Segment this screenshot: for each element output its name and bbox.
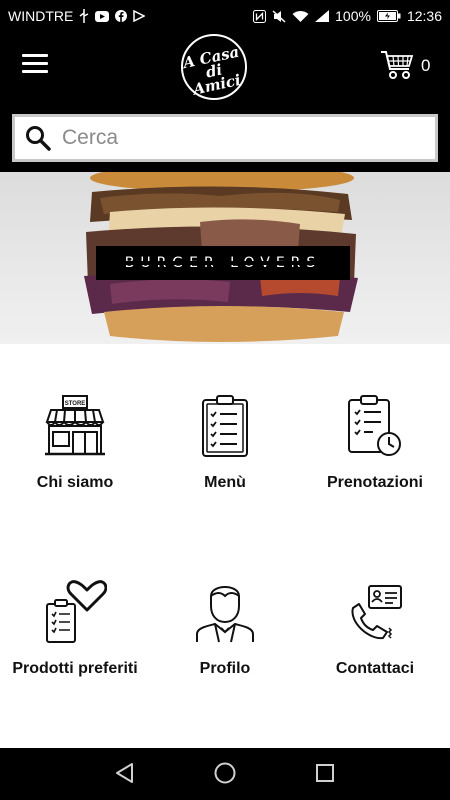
battery-percent: 100% [335, 8, 371, 24]
tile-menu[interactable]: Menù [150, 394, 300, 492]
tile-profilo[interactable]: Profilo [150, 580, 300, 678]
search-bar [0, 110, 450, 172]
mute-icon [272, 9, 286, 23]
recents-square-icon[interactable] [315, 762, 335, 789]
clipboard-list-icon [202, 395, 248, 457]
tile-contattaci[interactable]: Contattaci [300, 580, 450, 678]
search-icon [25, 125, 51, 156]
signal-icon [315, 10, 330, 22]
tile-label: Chi siamo [36, 474, 114, 491]
system-nav-bar [0, 748, 450, 800]
hero-banner: BURGER LOVERS [0, 172, 450, 344]
tile-prodotti-preferiti[interactable]: Prodotti preferiti [0, 580, 150, 678]
youtube-icon [95, 10, 110, 22]
clipboard-clock-icon [348, 395, 401, 456]
tile-label: Prenotazioni [326, 474, 423, 491]
wifi-icon [292, 10, 309, 23]
tile-label: Prodotti preferiti [12, 660, 138, 677]
app-logo: A Casa di Amici [181, 34, 247, 100]
user-profile-icon [196, 586, 254, 643]
tile-label: Profilo [199, 660, 251, 677]
clock: 12:36 [406, 8, 442, 24]
app-header: A Casa di Amici 0 [0, 32, 450, 110]
home-menu-grid: STORE Chi siamo Menù Prenotazioni Prodot… [0, 344, 450, 748]
status-right: 100% 12:36 [253, 8, 442, 24]
play-store-icon [133, 10, 146, 22]
carrier-label: WINDTRE [8, 8, 74, 24]
status-left: WINDTRE [8, 8, 146, 24]
logo-text: A Casa di Amici [181, 42, 243, 99]
back-triangle-icon[interactable] [114, 762, 136, 789]
search-box[interactable] [12, 114, 438, 162]
contact-phone-icon [351, 585, 402, 640]
tile-label: Contattaci [335, 660, 415, 677]
cart-count: 0 [421, 56, 431, 75]
tile-prenotazioni[interactable]: Prenotazioni [300, 394, 450, 492]
banner-label-box: BURGER LOVERS [96, 246, 350, 280]
home-circle-icon[interactable] [213, 762, 237, 789]
shopping-cart-icon[interactable] [380, 49, 414, 81]
tile-chi-siamo[interactable]: STORE Chi siamo [0, 394, 150, 492]
tile-label: Menù [204, 474, 246, 491]
usb-icon [79, 9, 89, 23]
search-input[interactable] [62, 121, 422, 155]
svg-text:STORE: STORE [65, 401, 86, 407]
battery-icon [376, 10, 401, 22]
facebook-icon [115, 10, 128, 22]
store-icon: STORE [45, 395, 105, 456]
favorite-list-icon [46, 580, 107, 643]
status-bar: WINDTRE 100% 12:36 [0, 0, 450, 32]
banner-label: BURGER LOVERS [124, 255, 322, 271]
hamburger-menu-icon[interactable] [22, 54, 48, 76]
nfc-icon [253, 9, 267, 23]
